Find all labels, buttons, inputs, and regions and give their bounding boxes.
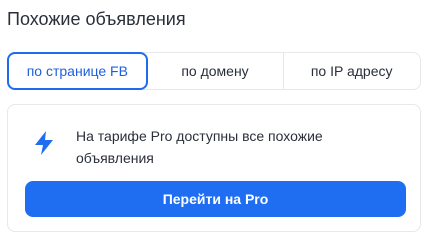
tab-by-ip-address[interactable]: по IP адресу xyxy=(283,53,420,89)
section-title: Похожие объявления xyxy=(7,9,186,29)
lightning-icon xyxy=(34,131,54,155)
pro-upsell-text: На тарифе Pro доступны все похожие объяв… xyxy=(76,128,323,166)
tab-by-fb-page[interactable]: по странице FB xyxy=(7,52,148,90)
search-mode-tabs: по странице FB по домену по IP адресу xyxy=(7,52,421,90)
pro-upsell-card: На тарифе Pro доступны все похожие объяв… xyxy=(7,104,421,232)
go-to-pro-button[interactable]: Перейти на Pro xyxy=(25,181,406,217)
tab-by-domain[interactable]: по домену xyxy=(147,53,284,89)
similar-ads-panel: Похожие объявления по странице FB по дом… xyxy=(0,0,432,232)
